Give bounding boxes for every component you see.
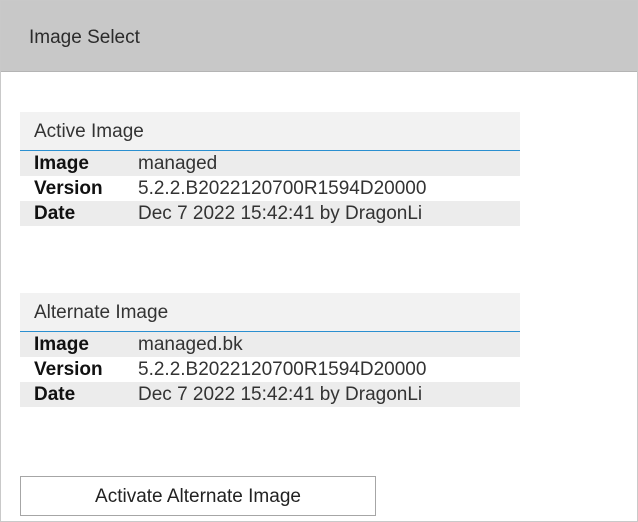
alternate-image-heading: Alternate Image: [20, 293, 520, 332]
row-value: 5.2.2.B2022120700R1594D20000: [138, 178, 427, 199]
row-label: Version: [34, 178, 103, 199]
row-label: Image: [34, 153, 89, 174]
alternate-version-row: Version 5.2.2.B2022120700R1594D20000: [20, 357, 520, 382]
alternate-image-heading-label: Alternate Image: [34, 302, 169, 323]
active-image-heading: Active Image: [20, 112, 520, 151]
active-date-row: Date Dec 7 2022 15:42:41 by DragonLi: [20, 201, 520, 226]
row-label: Image: [34, 334, 89, 355]
row-value: managed.bk: [138, 334, 243, 355]
row-label: Date: [34, 384, 76, 405]
alternate-image-row: Image managed.bk: [20, 332, 520, 357]
active-image-heading-label: Active Image: [34, 121, 144, 142]
alternate-image-section: Alternate Image Image managed.bk Version…: [20, 293, 520, 407]
panel-frame: [0, 0, 638, 522]
row-value: Dec 7 2022 15:42:41 by DragonLi: [138, 203, 423, 224]
active-image-section: Active Image Image managed Version 5.2.2…: [20, 112, 520, 226]
active-image-row: Image managed: [20, 151, 520, 176]
row-label: Date: [34, 203, 76, 224]
panel-header: Image Select: [1, 1, 637, 72]
row-value: 5.2.2.B2022120700R1594D20000: [138, 359, 427, 380]
alternate-date-row: Date Dec 7 2022 15:42:41 by DragonLi: [20, 382, 520, 407]
activate-alternate-image-button[interactable]: Activate Alternate Image: [20, 476, 376, 516]
row-label: Version: [34, 359, 103, 380]
row-value: managed: [138, 153, 218, 174]
panel-title: Image Select: [29, 27, 140, 48]
active-version-row: Version 5.2.2.B2022120700R1594D20000: [20, 176, 520, 201]
row-value: Dec 7 2022 15:42:41 by DragonLi: [138, 384, 423, 405]
